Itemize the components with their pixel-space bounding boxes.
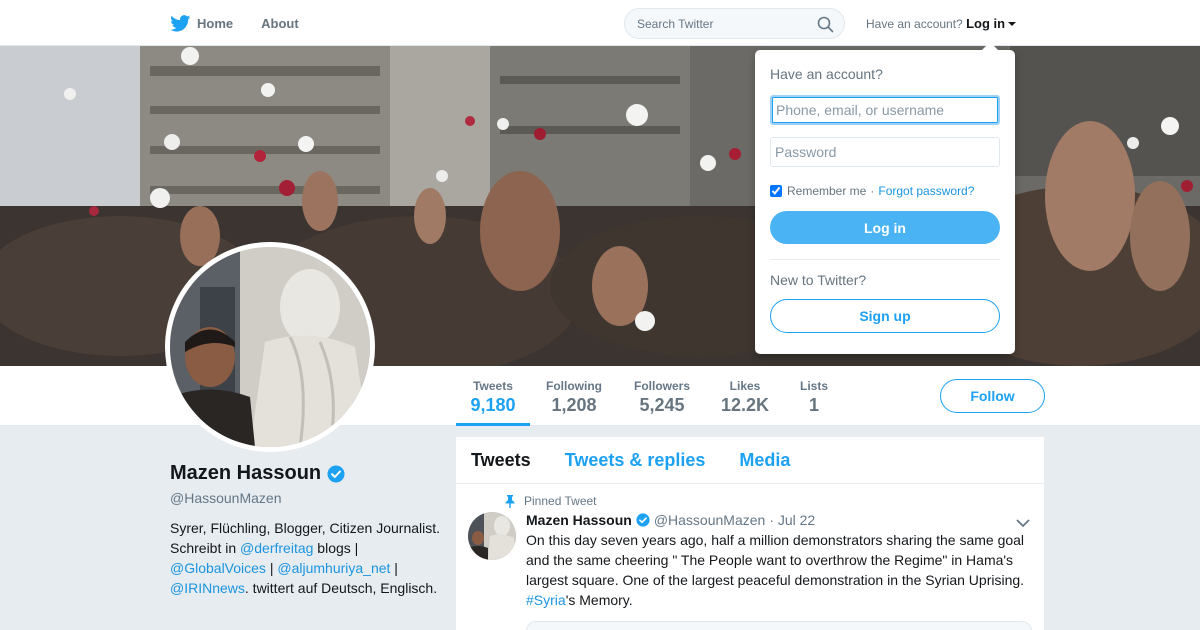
password-field[interactable] xyxy=(770,137,1000,167)
bio-text: | xyxy=(265,560,278,576)
login-dropdown-toggle[interactable]: Log in xyxy=(966,16,1017,31)
login-dropdown-title: Have an account? xyxy=(770,66,883,82)
timeline-tabs: Tweets Tweets & replies Media xyxy=(456,437,1044,484)
tab-media[interactable]: Media xyxy=(739,450,790,471)
search-box xyxy=(624,8,845,39)
stat-followers-label: Followers xyxy=(633,379,690,393)
search-input[interactable] xyxy=(637,16,812,31)
stat-following-label: Following xyxy=(546,379,602,393)
remember-row: Remember me · Forgot password? xyxy=(770,184,1000,198)
forgot-password-link[interactable]: Forgot password? xyxy=(878,184,974,198)
stat-likes-label: Likes xyxy=(729,379,761,393)
stat-likes[interactable]: Likes 12.2K xyxy=(716,366,774,426)
tweet-body: On this day seven years ago, half a mill… xyxy=(526,532,1025,588)
chevron-down-icon[interactable] xyxy=(1016,518,1030,528)
nav-left: Home About xyxy=(170,0,327,46)
stat-tweets-value: 9,180 xyxy=(470,395,516,415)
signup-button[interactable]: Sign up xyxy=(770,299,1000,333)
pinned-tweet[interactable]: Pinned Tweet Mazen Hassoun @HassounMazen… xyxy=(456,484,1044,610)
verified-badge-icon xyxy=(636,513,650,527)
stat-lists[interactable]: Lists 1 xyxy=(794,366,834,426)
profile-bio: Syrer, Flüchling, Blogger, Citizen Journ… xyxy=(170,518,440,598)
profile-avatar[interactable] xyxy=(165,242,375,452)
separator-dot: · xyxy=(870,184,875,198)
profile-name-row: Mazen Hassoun xyxy=(170,462,440,485)
nav-home-label: Home xyxy=(197,15,234,31)
timeline: Tweets Tweets & replies Media Pinned Twe… xyxy=(456,437,1044,630)
profile-info: Mazen Hassoun @HassounMazen Syrer, Flüch… xyxy=(170,462,440,598)
tab-tweets-replies[interactable]: Tweets & replies xyxy=(565,450,706,471)
twitter-bird-icon xyxy=(170,14,191,31)
login-area: Have an account? Log in xyxy=(866,16,1017,31)
bio-link-aljumhuriya[interactable]: @aljumhuriya_net xyxy=(277,560,390,576)
stat-tweets[interactable]: Tweets 9,180 xyxy=(456,366,530,426)
tweet-date[interactable]: · Jul 22 xyxy=(769,512,815,528)
login-dropdown: Have an account? Remember me · Forgot pa… xyxy=(755,42,1015,354)
nav-about-label: About xyxy=(261,15,299,31)
remember-me-label[interactable]: Remember me xyxy=(787,184,866,198)
tweet-avatar-art xyxy=(468,512,516,560)
nav-about[interactable]: About xyxy=(261,16,299,31)
pinned-tweet-label: Pinned Tweet xyxy=(524,494,597,508)
caret-down-icon xyxy=(1008,22,1017,26)
stat-followers[interactable]: Followers 5,245 xyxy=(626,366,698,426)
bio-link-globalvoices[interactable]: @GlobalVoices xyxy=(170,560,266,576)
bio-link-derfreitag[interactable]: @derfreitag xyxy=(240,540,313,556)
stat-tweets-label: Tweets xyxy=(473,379,513,393)
tweet-author-name[interactable]: Mazen Hassoun xyxy=(526,512,632,528)
stat-likes-value: 12.2K xyxy=(720,395,770,415)
remember-me-checkbox[interactable] xyxy=(770,185,782,197)
search-icon[interactable] xyxy=(817,16,834,33)
verified-badge-icon xyxy=(327,465,345,482)
profile-handle[interactable]: @HassounMazen xyxy=(170,490,440,506)
have-account-text: Have an account? xyxy=(866,17,963,31)
tweet-body-end: 's Memory. xyxy=(565,592,633,608)
stat-lists-value: 1 xyxy=(808,395,819,415)
tweet-text: On this day seven years ago, half a mill… xyxy=(526,530,1029,610)
tweet-hashtag[interactable]: #Syria xyxy=(526,592,566,608)
pinned-label-row: Pinned Tweet xyxy=(504,494,1029,508)
bio-text: blogs | xyxy=(313,540,359,556)
dropdown-divider xyxy=(770,259,1000,260)
tab-tweets[interactable]: Tweets xyxy=(471,450,531,471)
username-field[interactable] xyxy=(770,95,1000,125)
bio-text: | xyxy=(390,560,398,576)
login-button[interactable]: Log in xyxy=(770,211,1000,244)
nav-home[interactable]: Home xyxy=(170,14,234,32)
login-link-label: Log in xyxy=(966,16,1006,31)
follow-button[interactable]: Follow xyxy=(940,379,1045,413)
stat-following-value: 1,208 xyxy=(551,395,597,415)
tweet-avatar[interactable] xyxy=(468,512,516,560)
tweet-media-card[interactable] xyxy=(526,621,1032,630)
stat-lists-label: Lists xyxy=(799,379,828,393)
stat-followers-value: 5,245 xyxy=(639,395,685,415)
new-to-twitter-text: New to Twitter? xyxy=(770,272,867,288)
tweet-author-handle[interactable]: @HassounMazen xyxy=(654,512,766,528)
tweet-header: Mazen Hassoun @HassounMazen · Jul 22 xyxy=(526,512,1029,528)
profile-avatar-art xyxy=(170,247,370,447)
top-nav: Home About Have an account? Log in xyxy=(0,0,1200,46)
bio-text: . twittert auf Deutsch, Englisch. xyxy=(244,580,438,596)
bio-link-irinnews[interactable]: @IRINnews xyxy=(170,580,245,596)
profile-name[interactable]: Mazen Hassoun xyxy=(170,462,321,485)
stat-following[interactable]: Following 1,208 xyxy=(540,366,608,426)
pin-icon xyxy=(505,494,515,508)
